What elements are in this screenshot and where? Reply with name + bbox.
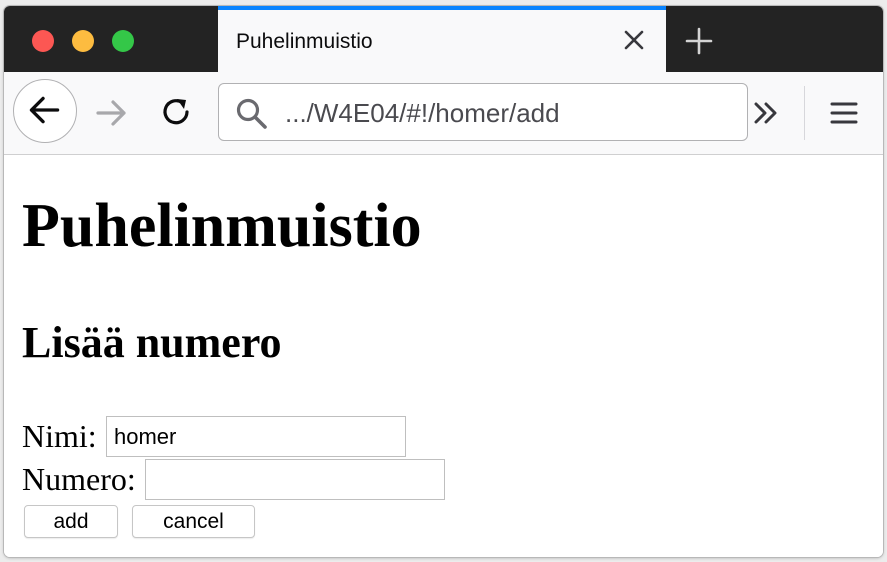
number-input[interactable] [145,459,445,500]
back-button[interactable] [13,79,77,143]
overflow-chevron-icon[interactable] [749,96,783,130]
address-bar[interactable]: .../W4E04/#!/homer/add [218,83,748,141]
new-tab-icon[interactable] [684,26,714,56]
cancel-button[interactable]: cancel [132,505,255,538]
toolbar-divider [804,86,805,140]
url-text: .../W4E04/#!/homer/add [285,98,560,128]
search-icon [236,98,267,129]
browser-tab[interactable]: Puhelinmuistio [218,6,666,72]
tab-close-icon[interactable] [622,28,646,52]
reload-icon[interactable] [158,94,194,130]
number-label: Numero: [22,461,136,497]
name-label: Nimi: [22,418,97,454]
name-input[interactable] [106,416,406,457]
window-maximize-button[interactable] [112,30,134,52]
forward-arrow-icon[interactable] [94,96,128,130]
back-arrow-icon [29,96,60,124]
title-bar: Puhelinmuistio [4,6,883,72]
add-button[interactable]: add [24,505,118,538]
section-heading: Lisää numero [22,318,282,367]
tab-title: Puhelinmuistio [236,30,373,53]
navigation-toolbar: .../W4E04/#!/homer/add [4,72,883,155]
hamburger-menu-icon[interactable] [828,96,860,130]
tab-active-indicator [218,6,666,10]
window-close-button[interactable] [32,30,54,52]
page-content: Puhelinmuistio Lisää numero Nimi: Numero… [4,155,883,557]
page-title: Puhelinmuistio [22,192,422,260]
window-minimize-button[interactable] [72,30,94,52]
browser-window: Puhelinmuistio .../W4E04/#!/homer/add Pu… [4,6,883,557]
